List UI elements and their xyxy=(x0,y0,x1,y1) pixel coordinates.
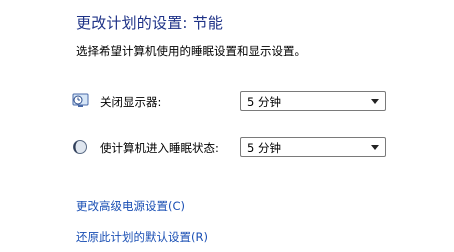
display-off-value: 5 分钟 xyxy=(247,95,281,109)
sleep-row: 使计算机进入睡眠状态: 5 分钟 xyxy=(72,137,392,159)
advanced-power-settings-link[interactable]: 更改高级电源设置(C) xyxy=(76,198,185,214)
restore-defaults-link[interactable]: 还原此计划的默认设置(R) xyxy=(76,229,208,245)
display-off-select[interactable]: 5 分钟 xyxy=(240,91,386,111)
moon-sleep-icon xyxy=(72,138,90,156)
sleep-value: 5 分钟 xyxy=(247,141,281,155)
sleep-label: 使计算机进入睡眠状态: xyxy=(100,141,219,155)
page-title: 更改计划的设置: 节能 xyxy=(76,14,224,32)
sleep-select[interactable]: 5 分钟 xyxy=(240,137,386,157)
monitor-clock-icon xyxy=(72,92,90,110)
chevron-down-icon xyxy=(371,145,379,150)
page-description: 选择希望计算机使用的睡眠设置和显示设置。 xyxy=(76,44,306,58)
chevron-down-icon xyxy=(371,99,379,104)
display-off-label: 关闭显示器: xyxy=(100,95,162,109)
display-off-row: 关闭显示器: 5 分钟 xyxy=(72,91,392,113)
